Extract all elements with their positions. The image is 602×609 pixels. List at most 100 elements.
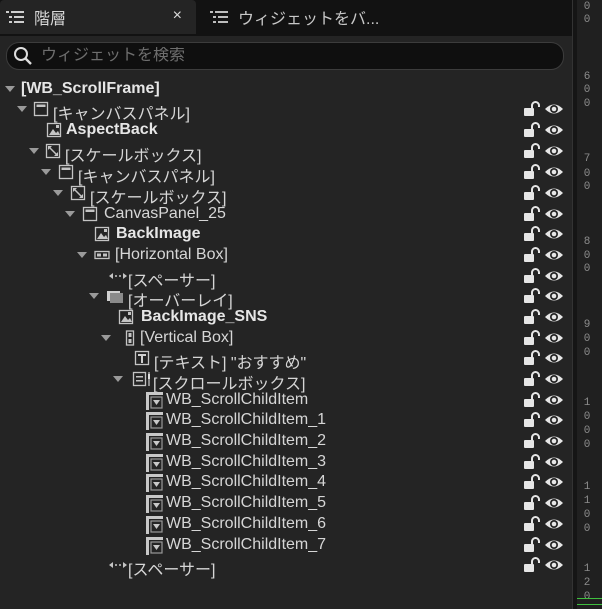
tree-row[interactable]: CanvasPanel_25 <box>0 204 572 224</box>
unlock-icon[interactable] <box>523 433 541 449</box>
ruler-tick-label: 1 <box>583 481 591 493</box>
expand-arrow-icon[interactable] <box>53 190 63 196</box>
tree-row[interactable]: [WB_ScrollFrame] <box>0 79 572 99</box>
visibility-eye-icon[interactable] <box>544 144 564 158</box>
visibility-eye-icon[interactable] <box>544 331 564 345</box>
tree-item-label: [Horizontal Box] <box>115 246 228 263</box>
visibility-eye-icon[interactable] <box>544 102 564 116</box>
tree-row[interactable]: [オーバーレイ] <box>0 286 572 310</box>
tree-row[interactable]: [キャンバスパネル] <box>0 99 572 123</box>
tree-row[interactable]: BackImage_SNS <box>0 307 572 327</box>
visibility-eye-icon[interactable] <box>544 413 564 427</box>
ruler-tick-label: 6 <box>583 71 591 83</box>
visibility-eye-icon[interactable] <box>544 558 564 572</box>
unlock-icon[interactable] <box>523 454 541 470</box>
unlock-icon[interactable] <box>523 226 541 242</box>
visibility-eye-icon[interactable] <box>544 227 564 241</box>
tab-widget-binding[interactable]: ウィジェットをバ... <box>204 0 404 34</box>
unlock-icon[interactable] <box>523 350 541 366</box>
unlock-icon[interactable] <box>523 309 541 325</box>
tree-row[interactable]: [スペーサー] <box>0 266 572 290</box>
tree-row[interactable]: WB_ScrollChildItem_5 <box>0 493 572 513</box>
expand-arrow-icon[interactable] <box>89 293 99 299</box>
visibility-eye-icon[interactable] <box>544 517 564 531</box>
visibility-eye-icon[interactable] <box>544 393 564 407</box>
visibility-eye-icon[interactable] <box>544 248 564 262</box>
tree-row[interactable]: WB_ScrollChildItem_1 <box>0 410 572 430</box>
unlock-icon[interactable] <box>523 122 541 138</box>
expand-arrow-icon[interactable] <box>77 252 87 258</box>
visibility-eye-icon[interactable] <box>544 538 564 552</box>
visibility-eye-icon[interactable] <box>544 165 564 179</box>
search-input[interactable] <box>41 47 541 65</box>
unlock-icon[interactable] <box>523 557 541 573</box>
tree-row[interactable]: [スペーサー] <box>0 555 572 579</box>
tree-row[interactable]: WB_ScrollChildItem_3 <box>0 452 572 472</box>
unlock-icon[interactable] <box>523 101 541 117</box>
unlock-icon[interactable] <box>523 247 541 263</box>
visibility-eye-icon[interactable] <box>544 207 564 221</box>
hierarchy-icon <box>6 10 24 24</box>
unlock-icon[interactable] <box>523 143 541 159</box>
unlock-icon[interactable] <box>523 185 541 201</box>
image-icon <box>46 122 62 138</box>
tree-row[interactable]: WB_ScrollChildItem <box>0 390 572 410</box>
visibility-eye-icon[interactable] <box>544 434 564 448</box>
unlock-icon[interactable] <box>523 371 541 387</box>
close-icon[interactable]: × <box>173 7 182 25</box>
ruler-tick-label: 0 <box>583 347 591 359</box>
visibility-eye-icon[interactable] <box>544 496 564 510</box>
tree-row[interactable]: WB_ScrollChildItem_6 <box>0 514 572 534</box>
unlock-icon[interactable] <box>523 412 541 428</box>
visibility-eye-icon[interactable] <box>544 269 564 283</box>
tree-row[interactable]: [Horizontal Box] <box>0 245 572 265</box>
unlock-icon[interactable] <box>523 537 541 553</box>
tree-row[interactable]: [Vertical Box] <box>0 328 572 348</box>
unlock-icon[interactable] <box>523 164 541 180</box>
tree-row[interactable]: [スクロールボックス] <box>0 369 572 393</box>
search-box[interactable] <box>6 42 564 70</box>
visibility-eye-icon[interactable] <box>544 455 564 469</box>
image-icon <box>118 309 134 325</box>
tree-row[interactable]: WB_ScrollChildItem_2 <box>0 431 572 451</box>
expand-arrow-icon[interactable] <box>17 106 27 112</box>
unlock-icon[interactable] <box>523 474 541 490</box>
ruler-tick-label: 0 <box>583 181 591 193</box>
unlock-icon[interactable] <box>523 268 541 284</box>
visibility-eye-icon[interactable] <box>544 289 564 303</box>
unlock-icon[interactable] <box>523 495 541 511</box>
unlock-icon[interactable] <box>523 392 541 408</box>
unlock-icon[interactable] <box>523 288 541 304</box>
tree-row[interactable]: [スケールボックス] <box>0 141 572 165</box>
visibility-eye-icon[interactable] <box>544 186 564 200</box>
tree-row[interactable]: [テキスト] "おすすめ" <box>0 348 572 372</box>
tree-row[interactable]: WB_ScrollChildItem_7 <box>0 535 572 555</box>
tree-row[interactable]: AspectBack <box>0 120 572 140</box>
unlock-icon[interactable] <box>523 516 541 532</box>
ruler-marker <box>577 598 602 599</box>
ruler-tick-label: 0 <box>583 333 591 345</box>
unlock-icon[interactable] <box>523 330 541 346</box>
ruler-marker <box>577 604 602 605</box>
tree-row[interactable]: WB_ScrollChildItem_4 <box>0 472 572 492</box>
unlock-icon[interactable] <box>523 206 541 222</box>
expand-arrow-icon[interactable] <box>29 148 39 154</box>
expand-arrow-icon[interactable] <box>5 86 15 92</box>
visibility-eye-icon[interactable] <box>544 351 564 365</box>
expand-arrow-icon[interactable] <box>41 169 51 175</box>
expand-arrow-icon[interactable] <box>101 335 111 341</box>
visibility-eye-icon[interactable] <box>544 310 564 324</box>
expand-arrow-icon[interactable] <box>113 376 123 382</box>
visibility-eye-icon[interactable] <box>544 123 564 137</box>
visibility-eye-icon[interactable] <box>544 475 564 489</box>
tab-hierarchy[interactable]: 階層 × <box>0 0 196 34</box>
tree-row[interactable]: [スケールボックス] <box>0 183 572 207</box>
text-icon <box>134 350 150 366</box>
tree-item-label: WB_ScrollChildItem_1 <box>166 411 327 428</box>
tree-row[interactable]: BackImage <box>0 224 572 244</box>
ruler-tick-label: 0 <box>583 14 591 26</box>
visibility-eye-icon[interactable] <box>544 372 564 386</box>
tree-row[interactable]: [キャンバスパネル] <box>0 162 572 186</box>
expand-arrow-icon[interactable] <box>65 211 75 217</box>
overlay-icon <box>106 288 123 304</box>
